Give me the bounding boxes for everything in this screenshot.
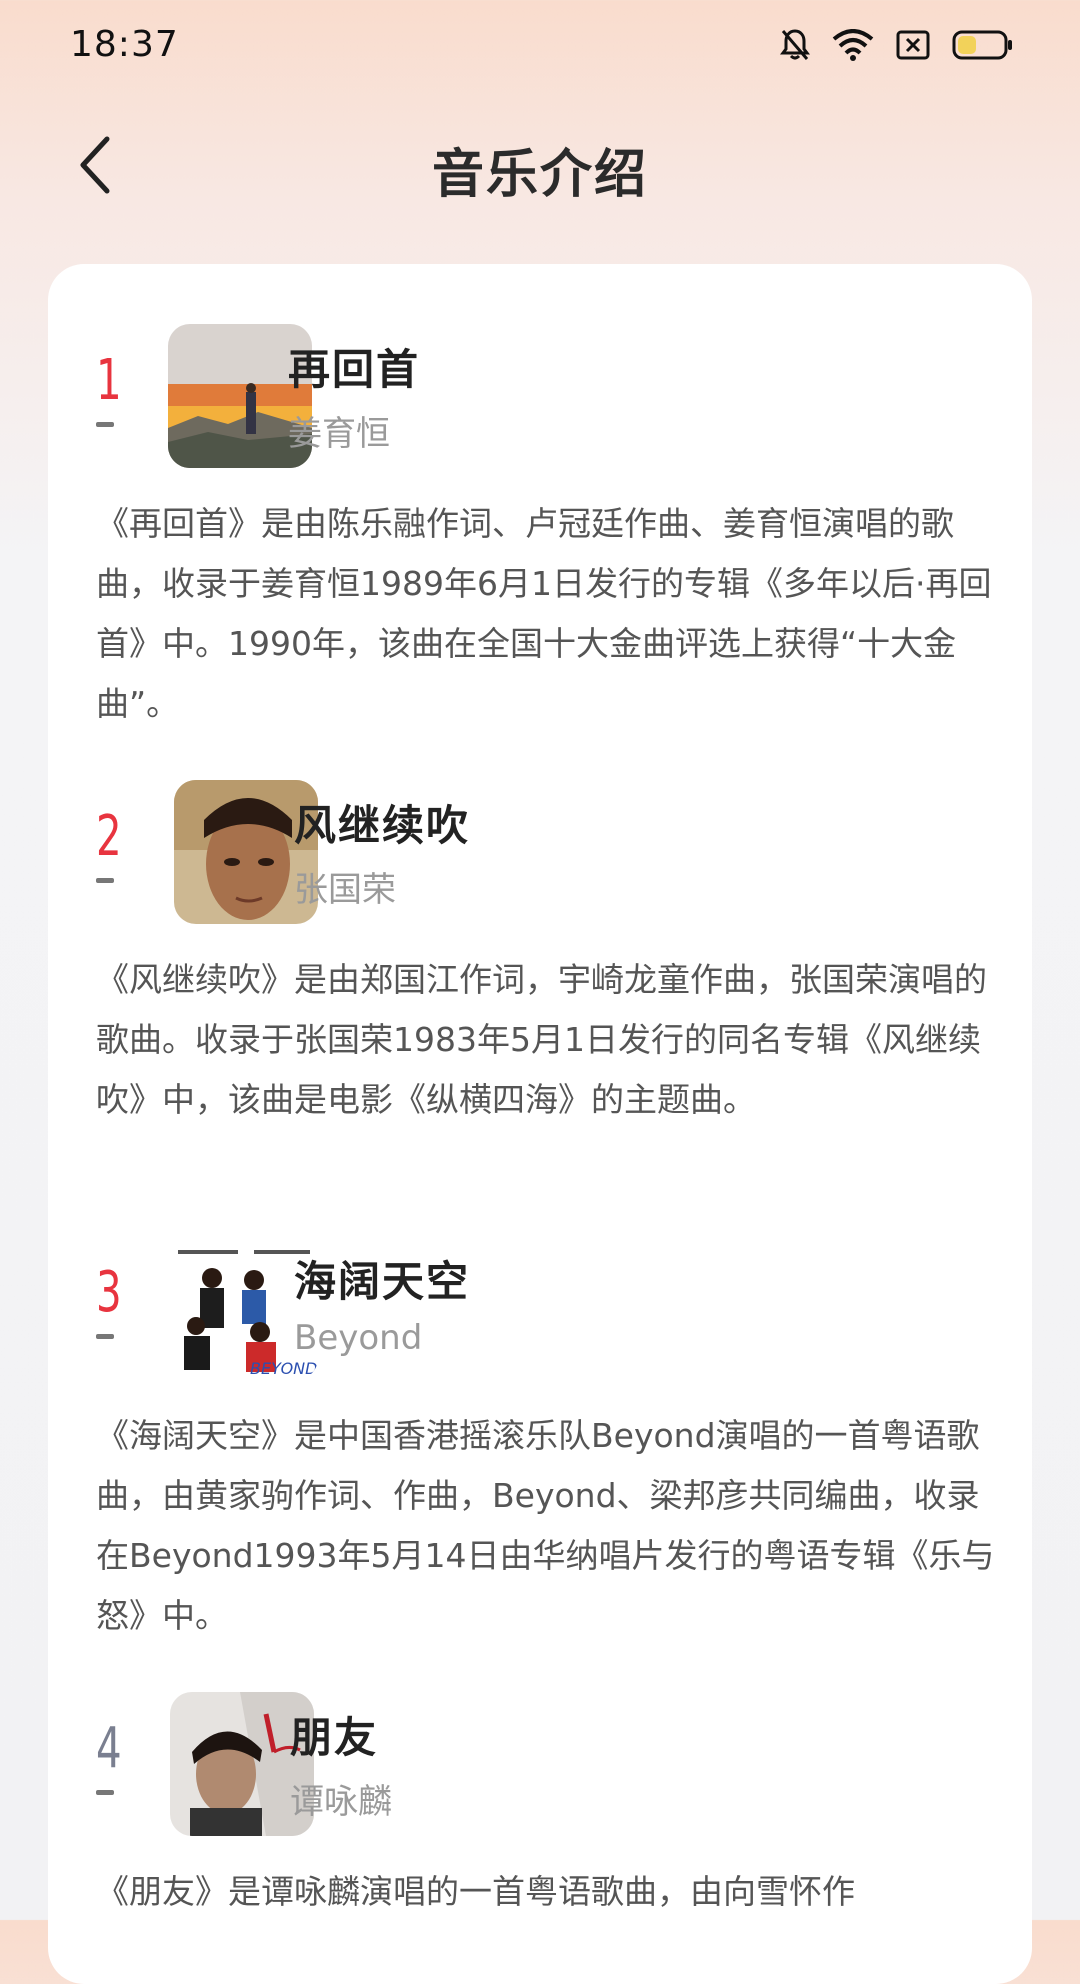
page-title: 音乐介绍 bbox=[431, 145, 648, 205]
status-time: 18:37 bbox=[70, 24, 179, 65]
rank-number: 4 bbox=[96, 1716, 122, 1781]
status-icons bbox=[780, 28, 1014, 62]
rank-number: 3 bbox=[96, 1260, 122, 1325]
rank-number: 1 bbox=[96, 348, 122, 413]
rank-dash bbox=[96, 422, 114, 427]
song-description: 《再回首》是由陈乐融作词、卢冠廷作曲、姜育恒演唱的歌曲，收录于姜育恒1989年6… bbox=[96, 504, 992, 723]
bell-muted-icon bbox=[780, 28, 810, 62]
song-artist: Beyond bbox=[294, 1318, 423, 1358]
wifi-icon bbox=[832, 29, 874, 61]
svg-text:BEYOND: BEYOND bbox=[250, 1359, 317, 1378]
rank-dash bbox=[96, 1790, 114, 1795]
song-artist: 谭咏麟 bbox=[290, 1782, 392, 1822]
sim-off-icon bbox=[896, 30, 930, 60]
song-list-card: 1 再回首 姜育恒 《再回首》是由陈乐融作词、卢冠廷作曲、姜育恒演唱的歌曲，收录… bbox=[48, 264, 1032, 1984]
song-artist: 姜育恒 bbox=[288, 414, 390, 454]
song-description: 《风继续吹》是由郑国江作词，宇崎龙童作曲，张国荣演唱的歌曲。收录于张国荣1983… bbox=[96, 960, 987, 1119]
rank-dash bbox=[96, 1334, 114, 1339]
song-description: 《海阔天空》是中国香港摇滚乐队Beyond演唱的一首粤语歌曲，由黄家驹作词、作曲… bbox=[96, 1416, 995, 1635]
rank-dash bbox=[96, 878, 114, 883]
battery-icon bbox=[952, 30, 1014, 60]
status-bar: 18:37 bbox=[0, 0, 1080, 96]
song-artist: 张国荣 bbox=[294, 870, 396, 910]
song-title: 海阔天空 bbox=[294, 1257, 471, 1306]
song-title: 再回首 bbox=[288, 345, 421, 394]
song-title: 风继续吹 bbox=[294, 801, 471, 850]
song-description: 《朋友》是谭咏麟演唱的一首粤语歌曲，由向雪怀作 bbox=[96, 1872, 855, 1911]
song-title: 朋友 bbox=[290, 1713, 379, 1762]
rank-number: 2 bbox=[96, 804, 122, 869]
